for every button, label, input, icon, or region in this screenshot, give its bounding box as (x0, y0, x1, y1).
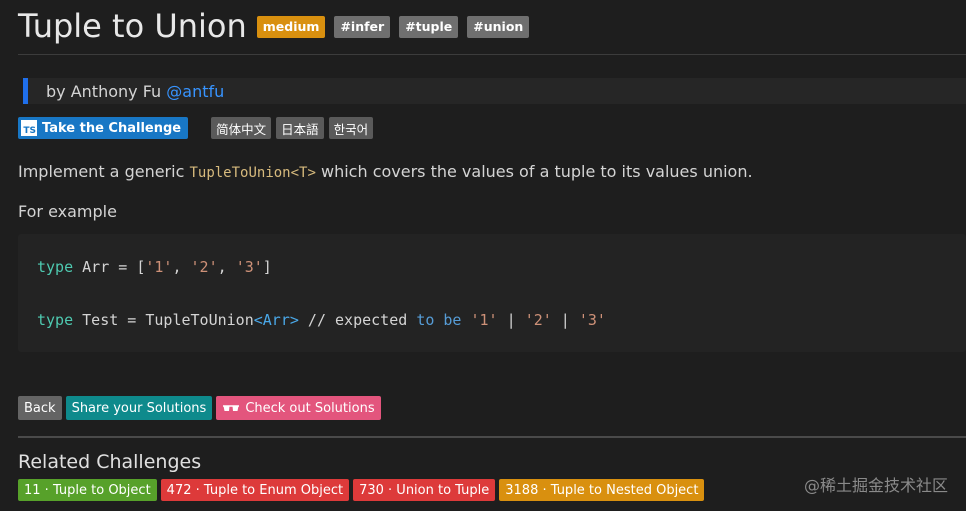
tag-medium[interactable]: medium (256, 16, 326, 38)
author-line: by Anthony Fu @antfu (46, 82, 224, 101)
tag-tuple[interactable]: #tuple (399, 16, 459, 38)
description-text: Implement a generic (18, 162, 190, 181)
author-blockquote: by Anthony Fu @antfu (23, 78, 966, 104)
code-line-1: type Arr = ['1', '2', '3'] (37, 258, 272, 276)
challenge-page: Tuple to Union medium #infer #tuple #uni… (18, 0, 966, 501)
section-divider (18, 436, 966, 438)
related-challenge-link[interactable]: 3188 · Tuple to Nested Object (499, 479, 705, 501)
tag-infer[interactable]: #infer (334, 16, 391, 38)
author-handle-link[interactable]: @antfu (166, 82, 224, 101)
lang-ja-button[interactable]: 日本語 (276, 117, 324, 139)
description: Implement a generic TupleToUnion<T> whic… (18, 162, 753, 181)
check-solutions-label: Check out Solutions (245, 400, 375, 416)
related-challenges-list: 11 · Tuple to Object 472 · Tuple to Enum… (18, 479, 708, 501)
glasses-icon (223, 405, 240, 411)
lang-ko-button[interactable]: 한국어 (328, 117, 374, 139)
related-challenges-title: Related Challenges (18, 451, 202, 473)
description-text-end: which covers the values of a tuple to it… (315, 162, 753, 181)
take-challenge-button[interactable]: TS Take the Challenge (18, 117, 189, 139)
lang-zh-button[interactable]: 简体中文 (211, 117, 272, 139)
page-title: Tuple to Union (18, 7, 247, 45)
inline-code: TupleToUnion<T> (189, 165, 316, 181)
tag-union[interactable]: #union (467, 16, 530, 38)
typescript-logo-icon: TS (21, 120, 37, 136)
title-row: Tuple to Union medium #infer #tuple #uni… (18, 0, 966, 55)
related-challenge-link[interactable]: 472 · Tuple to Enum Object (160, 479, 350, 501)
take-challenge-label: Take the Challenge (42, 120, 182, 136)
check-solutions-button[interactable]: Check out Solutions (216, 396, 381, 420)
author-name: by Anthony Fu (46, 82, 162, 101)
code-line-2: type Test = TupleToUnion<Arr> // expecte… (37, 311, 606, 329)
related-challenge-link[interactable]: 11 · Tuple to Object (18, 479, 157, 501)
back-button[interactable]: Back (18, 396, 62, 420)
share-solutions-button[interactable]: Share your Solutions (65, 396, 213, 420)
related-challenge-link[interactable]: 730 · Union to Tuple (353, 479, 496, 501)
badge-row: TS Take the Challenge 简体中文 日本語 한국어 (18, 117, 374, 139)
action-buttons: Back Share your Solutions Check out Solu… (18, 396, 385, 420)
example-label: For example (18, 202, 117, 221)
code-block: type Arr = ['1', '2', '3'] type Test = T… (18, 234, 966, 352)
watermark: @稀土掘金技术社区 (803, 476, 948, 495)
